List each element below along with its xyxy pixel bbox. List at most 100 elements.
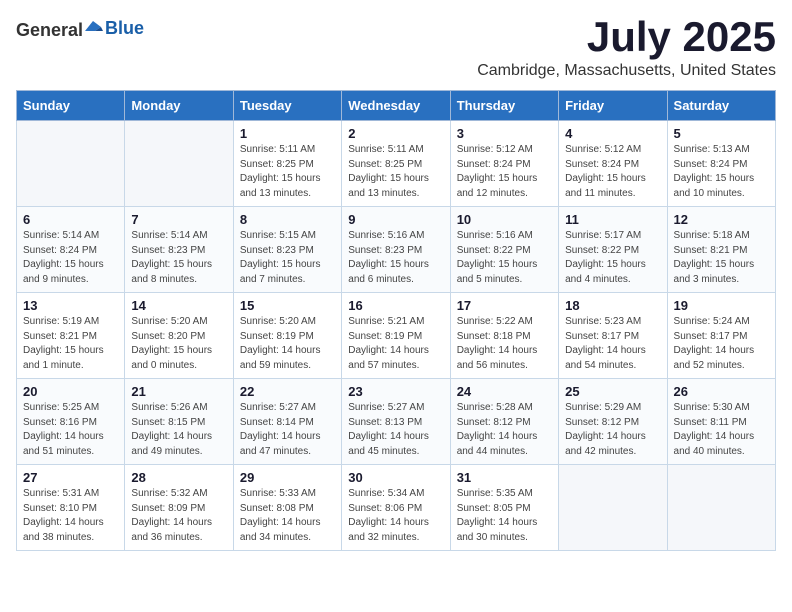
logo-general-text: General	[16, 20, 83, 40]
day-info: Sunrise: 5:30 AMSunset: 8:11 PMDaylight:…	[674, 401, 769, 459]
day-number: 17	[457, 298, 552, 313]
day-info: Sunrise: 5:16 AMSunset: 8:23 PMDaylight:…	[348, 229, 443, 287]
day-info: Sunrise: 5:21 AMSunset: 8:19 PMDaylight:…	[348, 315, 443, 373]
weekday-header-row: SundayMondayTuesdayWednesdayThursdayFrid…	[17, 91, 776, 121]
month-title: July 2025	[477, 16, 776, 58]
day-info: Sunrise: 5:26 AMSunset: 8:15 PMDaylight:…	[131, 401, 226, 459]
day-info: Sunrise: 5:11 AMSunset: 8:25 PMDaylight:…	[348, 143, 443, 201]
week-row-4: 27 Sunrise: 5:31 AMSunset: 8:10 PMDayligh…	[17, 465, 776, 551]
weekday-header-wednesday: Wednesday	[342, 91, 450, 121]
day-number: 27	[23, 470, 118, 485]
day-info: Sunrise: 5:31 AMSunset: 8:10 PMDaylight:…	[23, 487, 118, 545]
week-row-1: 6 Sunrise: 5:14 AMSunset: 8:24 PMDaylight…	[17, 207, 776, 293]
day-number: 12	[674, 212, 769, 227]
calendar-cell: 21Sunrise: 5:26 AMSunset: 8:15 PMDayligh…	[125, 379, 233, 465]
day-number: 2	[348, 126, 443, 141]
day-number: 10	[457, 212, 552, 227]
week-row-2: 13 Sunrise: 5:19 AMSunset: 8:21 PMDayligh…	[17, 293, 776, 379]
calendar-cell: 1 Sunrise: 5:11 AMSunset: 8:25 PMDaylight…	[233, 121, 341, 207]
logo: General Blue	[16, 16, 144, 41]
day-info: Sunrise: 5:24 AMSunset: 8:17 PMDaylight:…	[674, 315, 769, 373]
day-info: Sunrise: 5:35 AMSunset: 8:05 PMDaylight:…	[457, 487, 552, 545]
calendar-cell: 24 Sunrise: 5:28 AMSunset: 8:12 PMDayligh…	[450, 379, 558, 465]
calendar-cell: 17 Sunrise: 5:22 AMSunset: 8:18 PMDayligh…	[450, 293, 558, 379]
calendar-cell: 26 Sunrise: 5:30 AMSunset: 8:11 PMDayligh…	[667, 379, 775, 465]
calendar-cell: 11Sunrise: 5:17 AMSunset: 8:22 PMDayligh…	[559, 207, 667, 293]
calendar-cell: 31 Sunrise: 5:35 AMSunset: 8:05 PMDayligh…	[450, 465, 558, 551]
day-number: 28	[131, 470, 226, 485]
calendar-cell: 19 Sunrise: 5:24 AMSunset: 8:17 PMDayligh…	[667, 293, 775, 379]
calendar-cell: 18 Sunrise: 5:23 AMSunset: 8:17 PMDayligh…	[559, 293, 667, 379]
day-number: 30	[348, 470, 443, 485]
calendar-cell: 28 Sunrise: 5:32 AMSunset: 8:09 PMDayligh…	[125, 465, 233, 551]
day-number: 5	[674, 126, 769, 141]
day-info: Sunrise: 5:12 AMSunset: 8:24 PMDaylight:…	[457, 143, 552, 201]
day-info: Sunrise: 5:34 AMSunset: 8:06 PMDaylight:…	[348, 487, 443, 545]
calendar-cell: 25 Sunrise: 5:29 AMSunset: 8:12 PMDayligh…	[559, 379, 667, 465]
day-number: 14	[131, 298, 226, 313]
calendar-cell	[17, 121, 125, 207]
calendar-cell: 3 Sunrise: 5:12 AMSunset: 8:24 PMDaylight…	[450, 121, 558, 207]
day-info: Sunrise: 5:18 AMSunset: 8:21 PMDaylight:…	[674, 229, 769, 287]
calendar-cell: 23Sunrise: 5:27 AMSunset: 8:13 PMDayligh…	[342, 379, 450, 465]
day-info: Sunrise: 5:20 AMSunset: 8:20 PMDaylight:…	[131, 315, 226, 373]
day-number: 1	[240, 126, 335, 141]
day-number: 25	[565, 384, 660, 399]
day-info: Sunrise: 5:23 AMSunset: 8:17 PMDaylight:…	[565, 315, 660, 373]
calendar-cell: 5 Sunrise: 5:13 AMSunset: 8:24 PMDaylight…	[667, 121, 775, 207]
day-info: Sunrise: 5:19 AMSunset: 8:21 PMDaylight:…	[23, 315, 118, 373]
day-info: Sunrise: 5:14 AMSunset: 8:24 PMDaylight:…	[23, 229, 118, 287]
day-number: 3	[457, 126, 552, 141]
day-number: 23	[348, 384, 443, 399]
day-info: Sunrise: 5:20 AMSunset: 8:19 PMDaylight:…	[240, 315, 335, 373]
day-number: 19	[674, 298, 769, 313]
day-info: Sunrise: 5:28 AMSunset: 8:12 PMDaylight:…	[457, 401, 552, 459]
calendar-cell	[125, 121, 233, 207]
calendar-cell: 29Sunrise: 5:33 AMSunset: 8:08 PMDayligh…	[233, 465, 341, 551]
day-info: Sunrise: 5:29 AMSunset: 8:12 PMDaylight:…	[565, 401, 660, 459]
day-number: 24	[457, 384, 552, 399]
day-number: 6	[23, 212, 118, 227]
weekday-header-saturday: Saturday	[667, 91, 775, 121]
calendar-cell: 16 Sunrise: 5:21 AMSunset: 8:19 PMDayligh…	[342, 293, 450, 379]
day-number: 16	[348, 298, 443, 313]
day-number: 9	[348, 212, 443, 227]
calendar-cell: 30 Sunrise: 5:34 AMSunset: 8:06 PMDayligh…	[342, 465, 450, 551]
week-row-0: 1 Sunrise: 5:11 AMSunset: 8:25 PMDaylight…	[17, 121, 776, 207]
location-title: Cambridge, Massachusetts, United States	[477, 62, 776, 80]
calendar-cell: 6 Sunrise: 5:14 AMSunset: 8:24 PMDaylight…	[17, 207, 125, 293]
day-number: 15	[240, 298, 335, 313]
calendar-cell: 20Sunrise: 5:25 AMSunset: 8:16 PMDayligh…	[17, 379, 125, 465]
day-number: 20	[23, 384, 118, 399]
day-info: Sunrise: 5:17 AMSunset: 8:22 PMDaylight:…	[565, 229, 660, 287]
day-number: 18	[565, 298, 660, 313]
day-number: 8	[240, 212, 335, 227]
weekday-header-friday: Friday	[559, 91, 667, 121]
header: General Blue July 2025 Cambridge, Massac…	[16, 16, 776, 80]
day-info: Sunrise: 5:11 AMSunset: 8:25 PMDaylight:…	[240, 143, 335, 201]
day-info: Sunrise: 5:22 AMSunset: 8:18 PMDaylight:…	[457, 315, 552, 373]
week-row-3: 20Sunrise: 5:25 AMSunset: 8:16 PMDayligh…	[17, 379, 776, 465]
calendar-table: SundayMondayTuesdayWednesdayThursdayFrid…	[16, 90, 776, 551]
day-info: Sunrise: 5:15 AMSunset: 8:23 PMDaylight:…	[240, 229, 335, 287]
logo-blue-text: Blue	[105, 18, 144, 38]
day-info: Sunrise: 5:12 AMSunset: 8:24 PMDaylight:…	[565, 143, 660, 201]
calendar-cell	[559, 465, 667, 551]
weekday-header-thursday: Thursday	[450, 91, 558, 121]
day-number: 26	[674, 384, 769, 399]
day-number: 31	[457, 470, 552, 485]
day-info: Sunrise: 5:13 AMSunset: 8:24 PMDaylight:…	[674, 143, 769, 201]
day-info: Sunrise: 5:16 AMSunset: 8:22 PMDaylight:…	[457, 229, 552, 287]
calendar-cell: 15 Sunrise: 5:20 AMSunset: 8:19 PMDayligh…	[233, 293, 341, 379]
day-info: Sunrise: 5:32 AMSunset: 8:09 PMDaylight:…	[131, 487, 226, 545]
logo-icon	[83, 16, 103, 36]
day-number: 13	[23, 298, 118, 313]
title-area: July 2025 Cambridge, Massachusetts, Unit…	[477, 16, 776, 80]
calendar-cell	[667, 465, 775, 551]
calendar-cell: 12 Sunrise: 5:18 AMSunset: 8:21 PMDayligh…	[667, 207, 775, 293]
weekday-header-sunday: Sunday	[17, 91, 125, 121]
calendar-cell: 2 Sunrise: 5:11 AMSunset: 8:25 PMDaylight…	[342, 121, 450, 207]
calendar-cell: 10 Sunrise: 5:16 AMSunset: 8:22 PMDayligh…	[450, 207, 558, 293]
calendar-cell: 14 Sunrise: 5:20 AMSunset: 8:20 PMDayligh…	[125, 293, 233, 379]
day-number: 29	[240, 470, 335, 485]
